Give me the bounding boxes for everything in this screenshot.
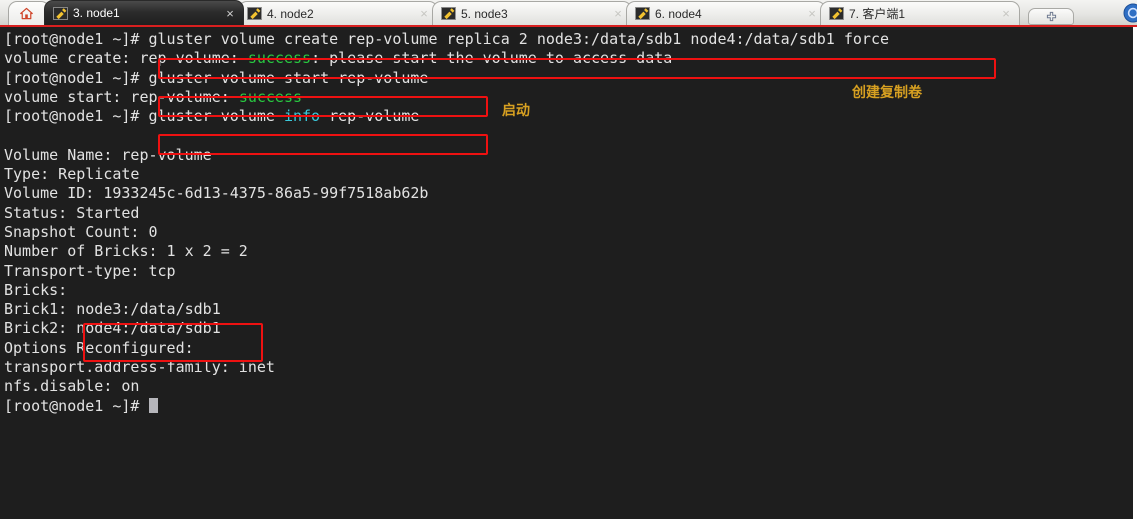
terminal-text: info xyxy=(283,107,321,126)
terminal-line: [root@node1 ~]# xyxy=(4,397,1137,416)
terminal-line: Type: Replicate xyxy=(4,165,1137,184)
new-tab-button[interactable] xyxy=(1028,8,1074,25)
terminal-line: [root@node1 ~]# gluster volume create re… xyxy=(4,30,1137,49)
tab-bar: 3. node1 × 4. node2 × 5. node3 × 6. node… xyxy=(0,0,1137,27)
terminal-line: Bricks: xyxy=(4,281,1137,300)
terminal-text: [root@node1 ~]# xyxy=(4,68,149,87)
tab-close-icon[interactable]: × xyxy=(417,7,431,20)
terminal-text: Brick2: node4:/data/sdb1 xyxy=(4,319,221,338)
plug-icon xyxy=(247,7,262,20)
tab-label: 6. node4 xyxy=(655,6,702,21)
terminal-tab-node4[interactable]: 6. node4 × xyxy=(626,1,826,25)
terminal-text: transport.address-family: inet xyxy=(4,358,275,377)
terminal-text: volume create: rep-volume: xyxy=(4,49,248,68)
tab-label: 4. node2 xyxy=(267,6,314,21)
plug-icon xyxy=(829,7,844,20)
terminal-text: nfs.disable: on xyxy=(4,377,140,396)
terminal-line: transport.address-family: inet xyxy=(4,358,1137,377)
terminal-line: volume start: rep-volume: success xyxy=(4,88,1137,107)
terminal-line: Snapshot Count: 0 xyxy=(4,223,1137,242)
terminal-line: [root@node1 ~]# gluster volume start rep… xyxy=(4,69,1137,88)
terminal-text: Status: Started xyxy=(4,203,140,222)
plus-icon xyxy=(1046,11,1056,22)
home-icon xyxy=(20,7,33,20)
terminal-tab-node2[interactable]: 4. node2 × xyxy=(238,1,438,25)
plug-icon xyxy=(635,7,650,20)
tab-label: 5. node3 xyxy=(461,6,508,21)
terminal-line: Brick1: node3:/data/sdb1 xyxy=(4,300,1137,319)
tab-close-icon[interactable]: × xyxy=(805,7,819,20)
note-create-replicated-volume: 创建复制卷 xyxy=(852,85,922,101)
terminal-text: success xyxy=(238,87,303,106)
terminal-text: Volume ID: 1933245c-6d13-4375-86a5-99f75… xyxy=(4,184,429,203)
terminal-tab-node1[interactable]: 3. node1 × xyxy=(44,0,244,25)
terminal-line: Brick2: node4:/data/sdb1 xyxy=(4,319,1137,338)
tab-close-icon[interactable]: × xyxy=(999,7,1013,20)
terminal-text: [root@node1 ~]# xyxy=(4,396,149,415)
terminal-text: Number of Bricks: 1 x 2 = 2 xyxy=(4,242,248,261)
terminal-line: Options Reconfigured: xyxy=(4,339,1137,358)
terminal-tab-node3[interactable]: 5. node3 × xyxy=(432,1,632,25)
terminal-tab-client1[interactable]: 7. 客户端1 × xyxy=(820,1,1020,25)
terminal-output[interactable]: [root@node1 ~]# gluster volume create re… xyxy=(0,27,1137,522)
app-orb-icon[interactable] xyxy=(1123,3,1137,23)
bottom-margin xyxy=(0,519,1137,522)
terminal-text: Type: Replicate xyxy=(4,165,140,184)
tab-label: 7. 客户端1 xyxy=(849,7,906,21)
plug-icon xyxy=(53,6,68,20)
terminal-text: Transport-type: tcp xyxy=(4,261,176,280)
tab-close-icon[interactable]: × xyxy=(611,7,625,20)
terminal-text: gluster volume xyxy=(148,107,284,126)
terminal-line: Volume ID: 1933245c-6d13-4375-86a5-99f75… xyxy=(4,184,1137,203)
terminal-line: Status: Started xyxy=(4,204,1137,223)
plug-icon xyxy=(441,7,456,20)
terminal-text: success xyxy=(247,49,312,68)
terminal-text: volume start: rep-volume: xyxy=(4,87,239,106)
terminal-lines: [root@node1 ~]# gluster volume create re… xyxy=(4,30,1137,416)
terminal-text: Brick1: node3:/data/sdb1 xyxy=(4,300,221,319)
terminal-line: [root@node1 ~]# gluster volume info rep-… xyxy=(4,107,1137,126)
terminal-line: volume create: rep-volume: success: plea… xyxy=(4,49,1137,68)
terminal-line: Transport-type: tcp xyxy=(4,262,1137,281)
terminal-line: Number of Bricks: 1 x 2 = 2 xyxy=(4,242,1137,261)
note-start: 启动 xyxy=(502,103,530,119)
tab-label: 3. node1 xyxy=(73,6,120,20)
terminal-text: rep-volume xyxy=(320,107,420,126)
right-margin xyxy=(1133,27,1137,522)
terminal-text: Volume Name: rep-volume xyxy=(4,145,212,164)
terminal-text: Snapshot Count: 0 xyxy=(4,222,158,241)
text-cursor xyxy=(148,397,158,413)
terminal-text: gluster volume create rep-volume replica… xyxy=(148,30,890,48)
terminal-line: nfs.disable: on xyxy=(4,377,1137,396)
terminal-line: Volume Name: rep-volume xyxy=(4,146,1137,165)
terminal-text: gluster volume start rep-volume xyxy=(148,68,429,87)
terminal-text: Options Reconfigured: xyxy=(4,338,194,357)
terminal-text: [root@node1 ~]# xyxy=(4,30,149,48)
tab-close-icon[interactable]: × xyxy=(223,7,237,20)
terminal-text: : please start the volume to access data xyxy=(311,49,673,68)
terminal-text: [root@node1 ~]# xyxy=(4,107,149,126)
terminal-text: Bricks: xyxy=(4,280,68,299)
